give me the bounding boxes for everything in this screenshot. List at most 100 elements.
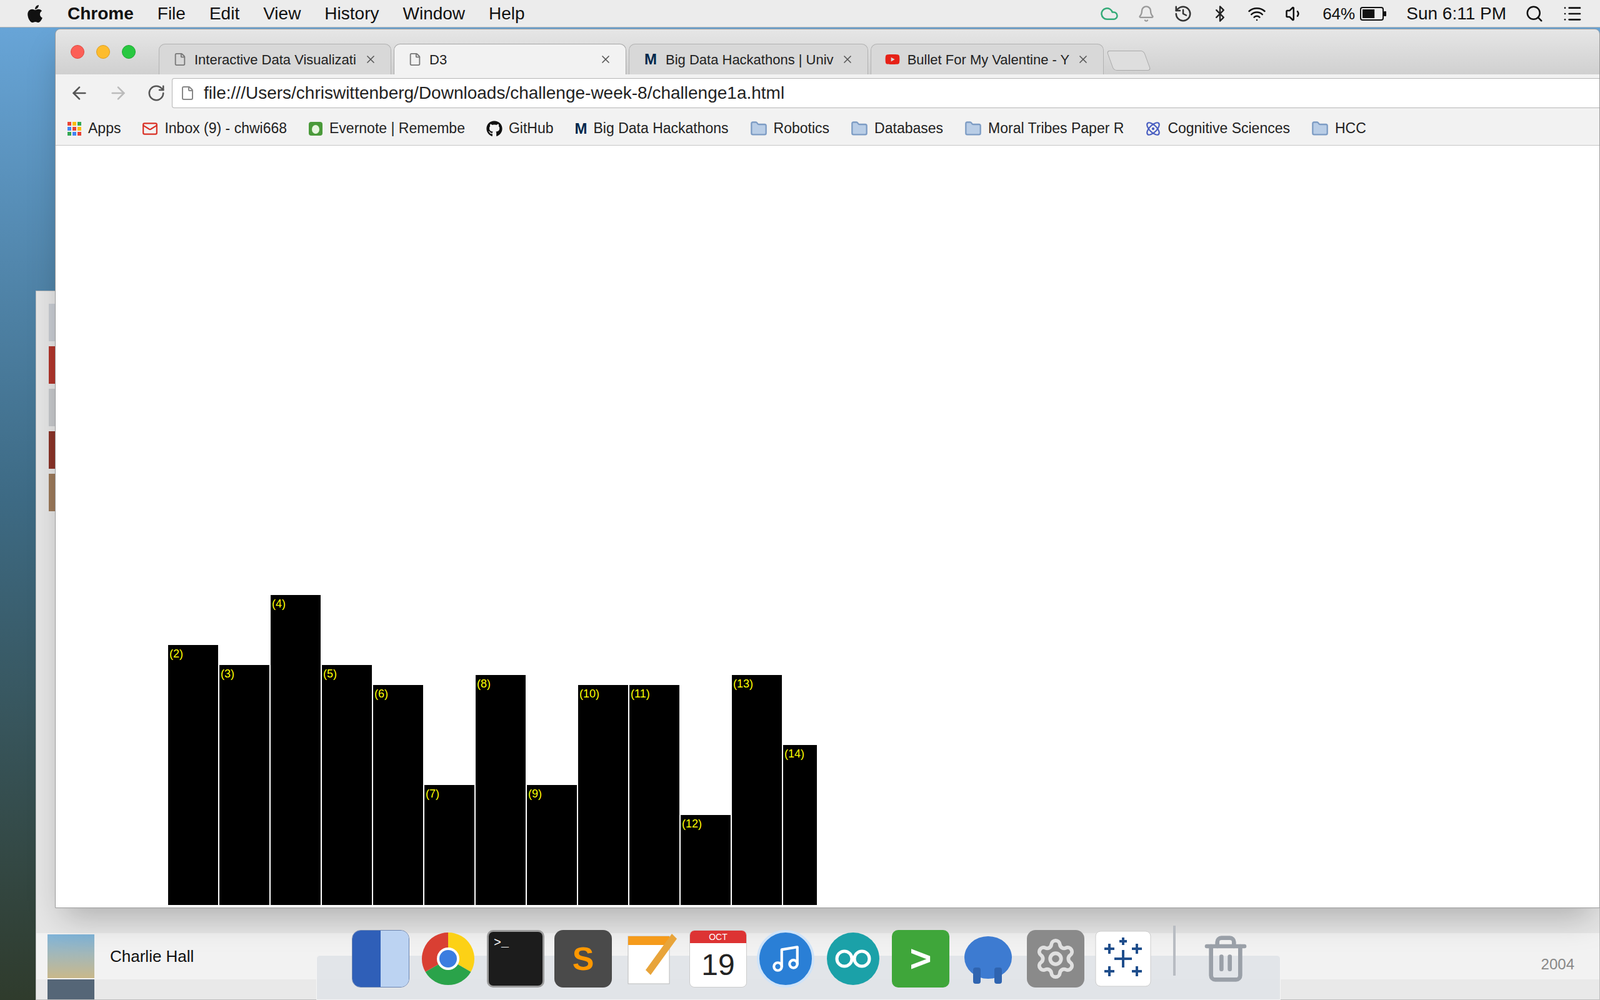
bar: (2) [168,645,219,905]
sublime-icon[interactable]: S [554,930,612,988]
bluetooth-icon[interactable] [1211,5,1229,23]
bookmark[interactable]: Cognitive Sciences [1145,117,1290,140]
artist-name: Charlie Hall [110,944,194,969]
bar: (11) [629,685,680,905]
umich-icon: M [575,121,588,137]
close-button[interactable] [70,45,85,59]
menu-item[interactable]: File [157,5,186,23]
browser-tab[interactable]: Bullet For My Valentine - Y [870,43,1105,75]
tab-close-icon[interactable] [1076,53,1090,66]
menu-item[interactable]: Help [488,5,525,23]
prompt-icon[interactable]: > [891,930,950,988]
tab-title: Big Data Hackathons | Univ [665,49,834,70]
time-machine-icon[interactable] [1173,4,1193,24]
bookmark[interactable]: MBig Data Hackathons [575,117,729,140]
pages-icon[interactable] [621,930,680,988]
tableau-icon[interactable] [1094,930,1152,988]
bar-label: (3) [220,668,235,680]
tab-close-icon[interactable] [841,53,854,66]
gmail-icon [141,120,159,137]
zoom-button[interactable] [121,45,136,59]
chrome-icon[interactable] [419,930,477,988]
reload-icon[interactable] [146,83,166,103]
bar: (4) [270,595,321,905]
menu-item[interactable]: History [324,5,379,23]
arduino-icon[interactable] [824,930,882,988]
bar-label: (14) [784,748,805,760]
app-menu[interactable]: Chrome [67,5,134,23]
itunes-icon[interactable] [756,930,815,988]
bar: (6) [373,685,424,905]
bar-label: (13) [733,678,754,690]
tab-close-icon[interactable] [364,53,377,66]
calendar-icon[interactable]: OCT19 [689,930,747,988]
bar-label: (6) [374,688,389,700]
bar-label: (12) [681,818,702,830]
apps-grid-icon [66,121,82,137]
browser-tab[interactable]: M Big Data Hackathons | Univ [628,43,869,75]
bar: (5) [321,665,372,905]
bookmark[interactable]: Evernote | Remembe [308,117,465,140]
bookmark[interactable]: HCC [1311,117,1367,140]
browser-tab[interactable]: D3 [393,43,627,75]
evernote-icon [308,121,324,137]
minimize-button[interactable] [96,45,110,59]
dock: >_S OCT19 > [316,913,1281,1000]
folder-icon [750,120,768,138]
umich-icon: M [643,51,659,67]
folder-icon [1311,120,1329,138]
finder-icon[interactable] [351,930,410,988]
notification-center-icon[interactable] [1562,3,1583,24]
menu-item[interactable]: Window [402,5,465,23]
album-year: 2004 [1541,953,1575,980]
clock[interactable]: Sun 6:11 PM [1406,5,1507,23]
browser-tab[interactable]: Interactive Data Visualizati [158,43,392,75]
sync-icon[interactable] [1100,4,1119,24]
bar: (13) [731,675,782,905]
terminal-icon[interactable]: >_ [486,930,545,988]
bookmark[interactable]: GitHub [486,117,554,140]
bar-label: (11) [630,688,650,700]
bar-chart: (2)(3)(4)(5)(6)(7)(8)(9)(10)(11)(12)(13)… [168,595,817,905]
volume-icon[interactable] [1285,4,1304,24]
site-icon [1145,120,1162,137]
address-bar[interactable]: file:///Users/chriswittenberg/Downloads/… [171,78,1600,109]
bar-label: (8) [476,678,491,690]
back-icon[interactable] [69,83,90,104]
bookmark[interactable]: Apps [66,117,121,140]
page-content: (2)(3)(4)(5)(6)(7)(8)(9)(10)(11)(12)(13)… [55,145,1600,908]
forward-icon[interactable] [108,83,129,104]
youtube-icon [885,51,900,67]
toolbar: file:///Users/chriswittenberg/Downloads/… [55,74,1600,112]
tab-strip: Interactive Data Visualizati D3 M Big Data … [55,29,1600,75]
folder-icon [850,120,869,138]
spotlight-icon[interactable] [1525,4,1544,24]
page-icon [173,52,187,67]
bookmark[interactable]: Inbox (9) - chwi668 [141,117,287,140]
bar: (8) [475,675,526,905]
page-icon [408,52,422,67]
bookmark[interactable]: Robotics [750,117,830,140]
album-artwork [47,934,95,979]
bar: (3) [219,665,270,905]
bookmark[interactable]: Databases [850,117,944,140]
tab-close-icon[interactable] [599,53,612,66]
new-tab-button[interactable] [1106,50,1152,71]
bookmarks-bar: Apps Inbox (9) - chwi668 Evernote | Rememb… [55,111,1600,146]
trash-icon[interactable] [1196,930,1255,988]
battery-icon[interactable] [1360,6,1388,22]
apple-icon[interactable] [25,3,45,24]
postgres-elephant-icon[interactable] [959,930,1017,988]
notification-icon[interactable] [1137,5,1155,23]
desktop: ChromeFileEditViewHistoryWindowHelp64%Su… [0,0,1600,1000]
address-text: file:///Users/chriswittenberg/Downloads/… [203,80,785,107]
menu-item[interactable]: Edit [209,5,240,23]
wifi-icon[interactable] [1247,4,1267,24]
menu-item[interactable]: View [263,5,301,23]
page-icon [180,85,195,101]
tab-title: D3 [429,49,592,70]
system-preferences-icon[interactable] [1026,930,1085,988]
bookmark[interactable]: Moral Tribes Paper R [964,117,1124,140]
bar-label: (2) [169,648,184,660]
tab-title: Interactive Data Visualizati [194,49,357,70]
